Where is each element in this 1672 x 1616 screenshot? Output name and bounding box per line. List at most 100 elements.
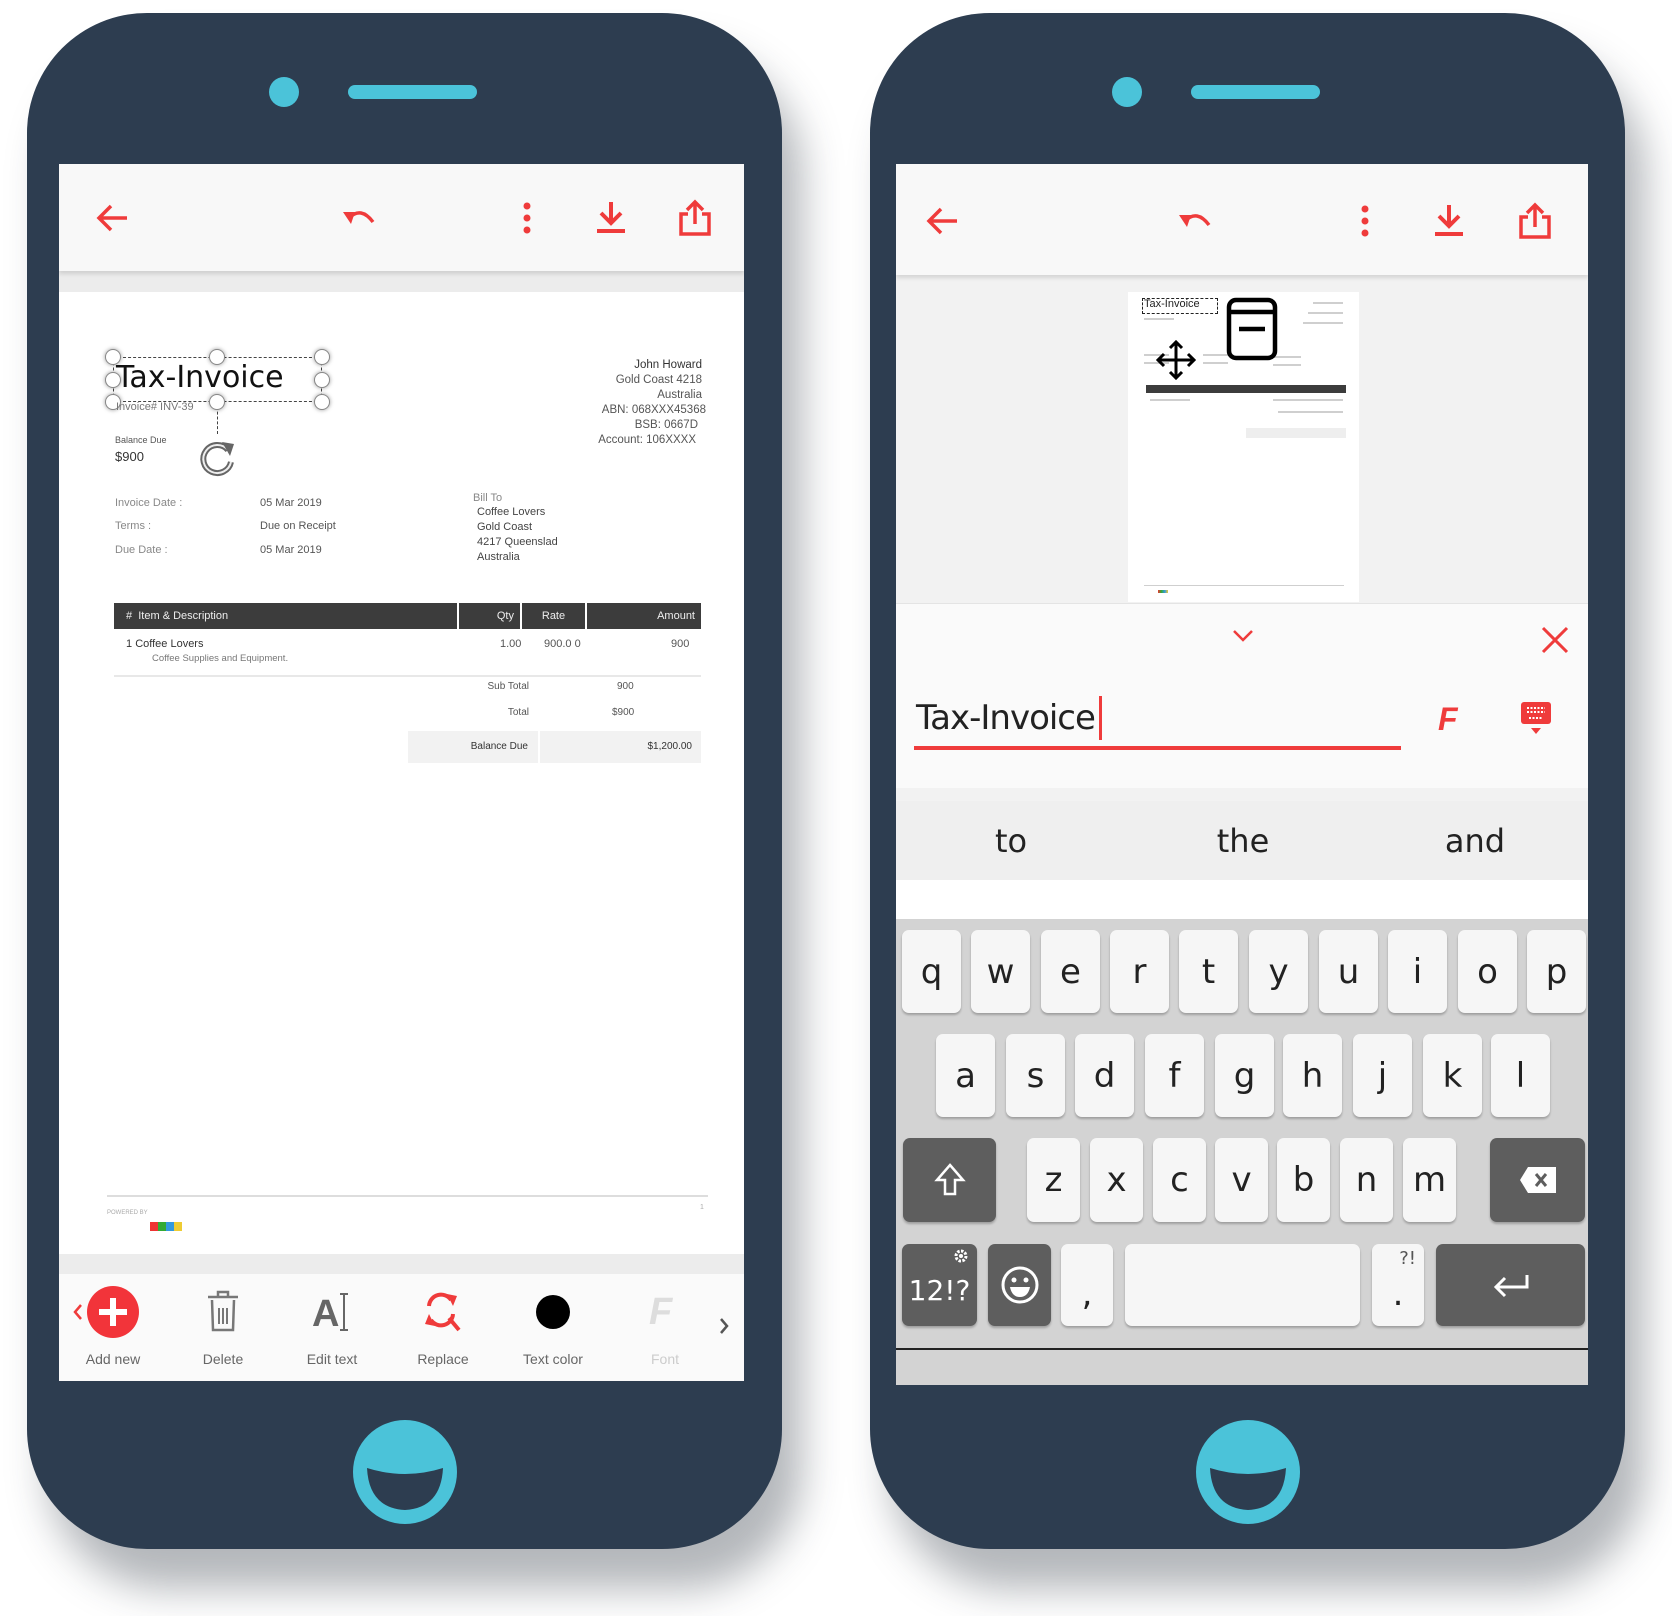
replace-label: Replace <box>417 1351 469 1367</box>
resize-handle[interactable] <box>314 372 330 388</box>
replace-button[interactable] <box>398 1288 488 1339</box>
resize-handle[interactable] <box>314 394 330 410</box>
row-desc: Coffee Supplies and Equipment. <box>152 653 289 664</box>
share-icon[interactable] <box>1515 201 1555 241</box>
edit-text-label: Edit text <box>306 1351 358 1367</box>
key-label: a <box>955 1055 976 1096</box>
key-h[interactable]: h <box>1283 1034 1342 1117</box>
key-k[interactable]: k <box>1423 1034 1482 1117</box>
key-symbols[interactable]: 12!? <box>902 1244 977 1326</box>
table-header-qty: Qty <box>459 603 520 629</box>
resize-handle[interactable] <box>209 349 225 365</box>
more-vertical-icon[interactable] <box>507 198 547 238</box>
meta-label: Invoice Date : <box>115 497 183 509</box>
rotate-icon[interactable] <box>198 438 238 478</box>
resize-handle[interactable] <box>105 372 121 388</box>
download-icon[interactable] <box>1429 201 1469 241</box>
key-y[interactable]: y <box>1249 930 1308 1013</box>
key-m[interactable]: m <box>1403 1138 1456 1222</box>
key-w[interactable]: w <box>971 930 1030 1013</box>
key-t[interactable]: t <box>1179 930 1238 1013</box>
text-color-label: Text color <box>523 1351 583 1367</box>
key-u[interactable]: u <box>1319 930 1378 1013</box>
key-q[interactable]: q <box>902 930 961 1013</box>
panel-icon[interactable] <box>1226 297 1278 361</box>
font-icon: F <box>649 1291 674 1333</box>
key-p[interactable]: p <box>1527 930 1586 1013</box>
thumbnail-table-header <box>1146 385 1346 393</box>
key-d[interactable]: d <box>1075 1034 1134 1117</box>
key-label: d <box>1093 1055 1116 1096</box>
scroll-right-icon[interactable] <box>717 1316 731 1336</box>
resize-handle[interactable] <box>209 394 225 410</box>
key-label: v <box>1231 1160 1252 1200</box>
collapse-chevron-icon[interactable] <box>1231 628 1255 644</box>
font-icon[interactable]: F <box>1436 700 1468 736</box>
balance-value: $900 <box>115 449 144 464</box>
keyboard-toggle-icon[interactable] <box>1519 700 1553 736</box>
download-icon[interactable] <box>591 198 631 238</box>
page-thumbnail[interactable]: Tax-Invoice <box>1128 292 1359 602</box>
key-i[interactable]: i <box>1388 930 1447 1013</box>
suggestion[interactable]: to <box>911 822 1111 860</box>
key-emoji[interactable] <box>988 1244 1051 1326</box>
key-period[interactable]: ?!. <box>1372 1244 1424 1326</box>
suggestion[interactable]: and <box>1375 822 1575 860</box>
edit-text-button[interactable]: A <box>287 1288 377 1339</box>
thumbnail-line <box>1150 399 1190 401</box>
key-z[interactable]: z <box>1027 1138 1080 1222</box>
key-e[interactable]: e <box>1041 930 1100 1013</box>
undo-icon[interactable] <box>1175 201 1215 241</box>
add-new-button[interactable] <box>68 1286 158 1343</box>
font-button[interactable]: F <box>620 1286 710 1337</box>
home-button[interactable] <box>352 1419 458 1525</box>
brand-logo <box>150 1222 182 1231</box>
text-input[interactable]: Tax-Invoice <box>914 692 1401 750</box>
key-g[interactable]: g <box>1215 1034 1274 1117</box>
key-shift[interactable] <box>903 1138 996 1222</box>
key-a[interactable]: a <box>936 1034 995 1117</box>
share-icon[interactable] <box>675 198 715 238</box>
key-o[interactable]: o <box>1458 930 1517 1013</box>
key-j[interactable]: j <box>1353 1034 1412 1117</box>
key-r[interactable]: r <box>1110 930 1169 1013</box>
key-l[interactable]: l <box>1491 1034 1550 1117</box>
undo-icon[interactable] <box>339 198 379 238</box>
key-s[interactable]: s <box>1006 1034 1065 1117</box>
text-color-button[interactable] <box>508 1294 598 1335</box>
thumbnail-line <box>1203 362 1228 364</box>
key-x[interactable]: x <box>1090 1138 1143 1222</box>
key-n[interactable]: n <box>1340 1138 1393 1222</box>
home-button[interactable] <box>1195 1419 1301 1525</box>
key-comma[interactable]: , <box>1061 1244 1113 1326</box>
editor-screen: Tax-Invoice Invoice# INV-39 Balance Due … <box>59 164 744 1381</box>
key-b[interactable]: b <box>1277 1138 1330 1222</box>
text-edit-screen: Tax-Invoice Tax-Invoice F to the and q w… <box>896 164 1588 1385</box>
suggestion[interactable]: the <box>1143 822 1343 860</box>
key-label: u <box>1337 951 1360 992</box>
key-space[interactable] <box>1125 1244 1360 1326</box>
resize-handle[interactable] <box>314 349 330 365</box>
back-arrow-icon[interactable] <box>93 198 133 238</box>
balance-due-box: Balance Due $1,200.00 <box>408 731 701 763</box>
key-f[interactable]: f <box>1145 1034 1204 1117</box>
key-backspace[interactable] <box>1490 1138 1585 1222</box>
thumbnail-line <box>1273 399 1343 401</box>
key-label: b <box>1292 1160 1315 1200</box>
key-label: z <box>1044 1160 1063 1200</box>
back-arrow-icon[interactable] <box>923 201 963 241</box>
key-label: t <box>1201 951 1216 992</box>
delete-button[interactable] <box>178 1288 268 1339</box>
key-enter[interactable] <box>1436 1244 1585 1326</box>
trash-icon <box>208 1290 238 1332</box>
key-c[interactable]: c <box>1153 1138 1206 1222</box>
move-icon[interactable] <box>1156 340 1196 380</box>
delete-label: Delete <box>202 1351 244 1367</box>
resize-handle[interactable] <box>105 349 121 365</box>
more-vertical-icon[interactable] <box>1345 201 1385 241</box>
key-v[interactable]: v <box>1215 1138 1268 1222</box>
close-icon[interactable] <box>1541 626 1569 654</box>
key-label: f <box>1168 1055 1181 1096</box>
table-header-amount: Amount <box>587 603 701 629</box>
balance-label: Balance Due <box>115 435 167 445</box>
